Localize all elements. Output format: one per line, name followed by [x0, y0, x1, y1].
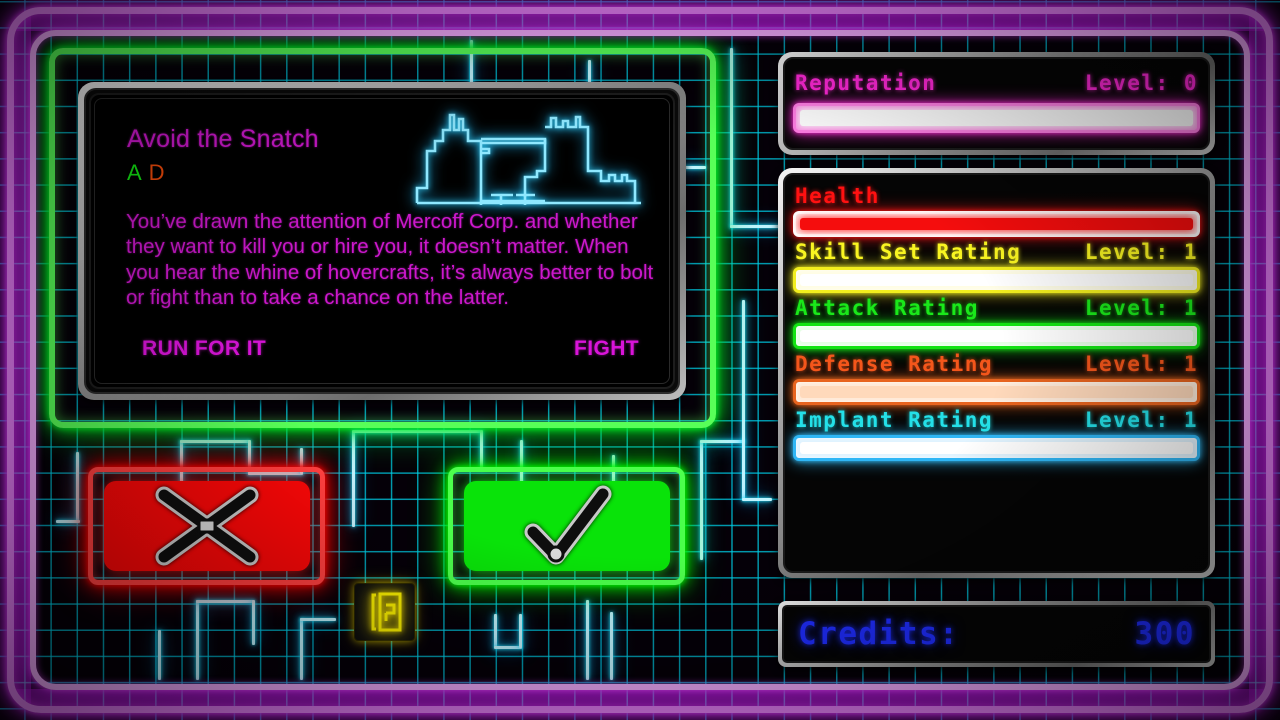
stat-health-bar-fill — [800, 218, 1193, 230]
stat-defense: Defense Rating Level: 1 — [785, 352, 1208, 405]
stats-panel: Health Skill Set Rating Level: 1 Attack … — [778, 168, 1215, 578]
stat-attack-bar — [793, 323, 1200, 349]
stat-implant-bar — [793, 435, 1200, 461]
stat-implant-bar-fill — [800, 442, 1193, 454]
credits-label: Credits: — [798, 616, 960, 652]
stat-attack-label: Attack Rating — [795, 296, 979, 320]
card-code-attack: A — [127, 160, 142, 185]
stat-skill-set-bar — [793, 267, 1200, 293]
stat-implant: Implant Rating Level: 1 — [785, 408, 1208, 461]
stat-defense-bar — [793, 379, 1200, 405]
card-actions: RUN FOR IT FIGHT — [126, 337, 647, 361]
stat-skill-set-bar-fill — [800, 274, 1193, 286]
credits-value: 300 — [1134, 616, 1195, 652]
reputation-panel: Reputation Level: 0 — [778, 52, 1215, 155]
card-action-run[interactable]: RUN FOR IT — [142, 337, 266, 361]
game-screen: Avoid the Snatch A D You’ve drawn the at… — [0, 0, 1280, 720]
reputation-bar-fill — [800, 110, 1193, 126]
card-body-text: You’ve drawn the attention of Mercoff Co… — [126, 210, 654, 309]
stat-defense-level: Level: 1 — [1084, 352, 1198, 376]
check-mark-icon — [524, 485, 611, 565]
stat-attack-bar-fill — [800, 330, 1193, 342]
stat-health-label: Health — [795, 184, 880, 208]
stat-health: Health — [785, 184, 1208, 237]
reputation-label-row: Reputation Level: 0 — [785, 59, 1208, 95]
door-exit-icon[interactable] — [354, 583, 415, 641]
reputation-level: Level: 0 — [1084, 71, 1198, 95]
accept-button[interactable] — [448, 467, 685, 585]
stat-implant-level: Level: 1 — [1084, 408, 1198, 432]
card-code-defense: D — [148, 160, 166, 185]
city-skyline-icon — [413, 109, 645, 209]
stat-health-bar — [793, 211, 1200, 237]
stat-skill-set: Skill Set Rating Level: 1 — [785, 240, 1208, 293]
x-mark-icon — [155, 486, 258, 566]
stat-skill-set-label: Skill Set Rating — [795, 240, 1022, 264]
event-card: Avoid the Snatch A D You’ve drawn the at… — [78, 82, 686, 400]
stat-attack-level: Level: 1 — [1084, 296, 1198, 320]
card-attribute-codes: A D — [127, 160, 165, 186]
stat-defense-bar-fill — [800, 386, 1193, 398]
reputation-bar — [793, 103, 1200, 133]
reputation-label: Reputation — [795, 71, 937, 95]
stat-implant-label: Implant Rating — [795, 408, 994, 432]
credits-panel: Credits: 300 — [778, 601, 1215, 667]
stat-attack: Attack Rating Level: 1 — [785, 296, 1208, 349]
decline-button[interactable] — [88, 467, 325, 585]
stat-defense-label: Defense Rating — [795, 352, 994, 376]
stat-skill-set-level: Level: 1 — [1084, 240, 1198, 264]
card-title: Avoid the Snatch — [127, 125, 319, 153]
card-action-fight[interactable]: FIGHT — [574, 337, 639, 361]
